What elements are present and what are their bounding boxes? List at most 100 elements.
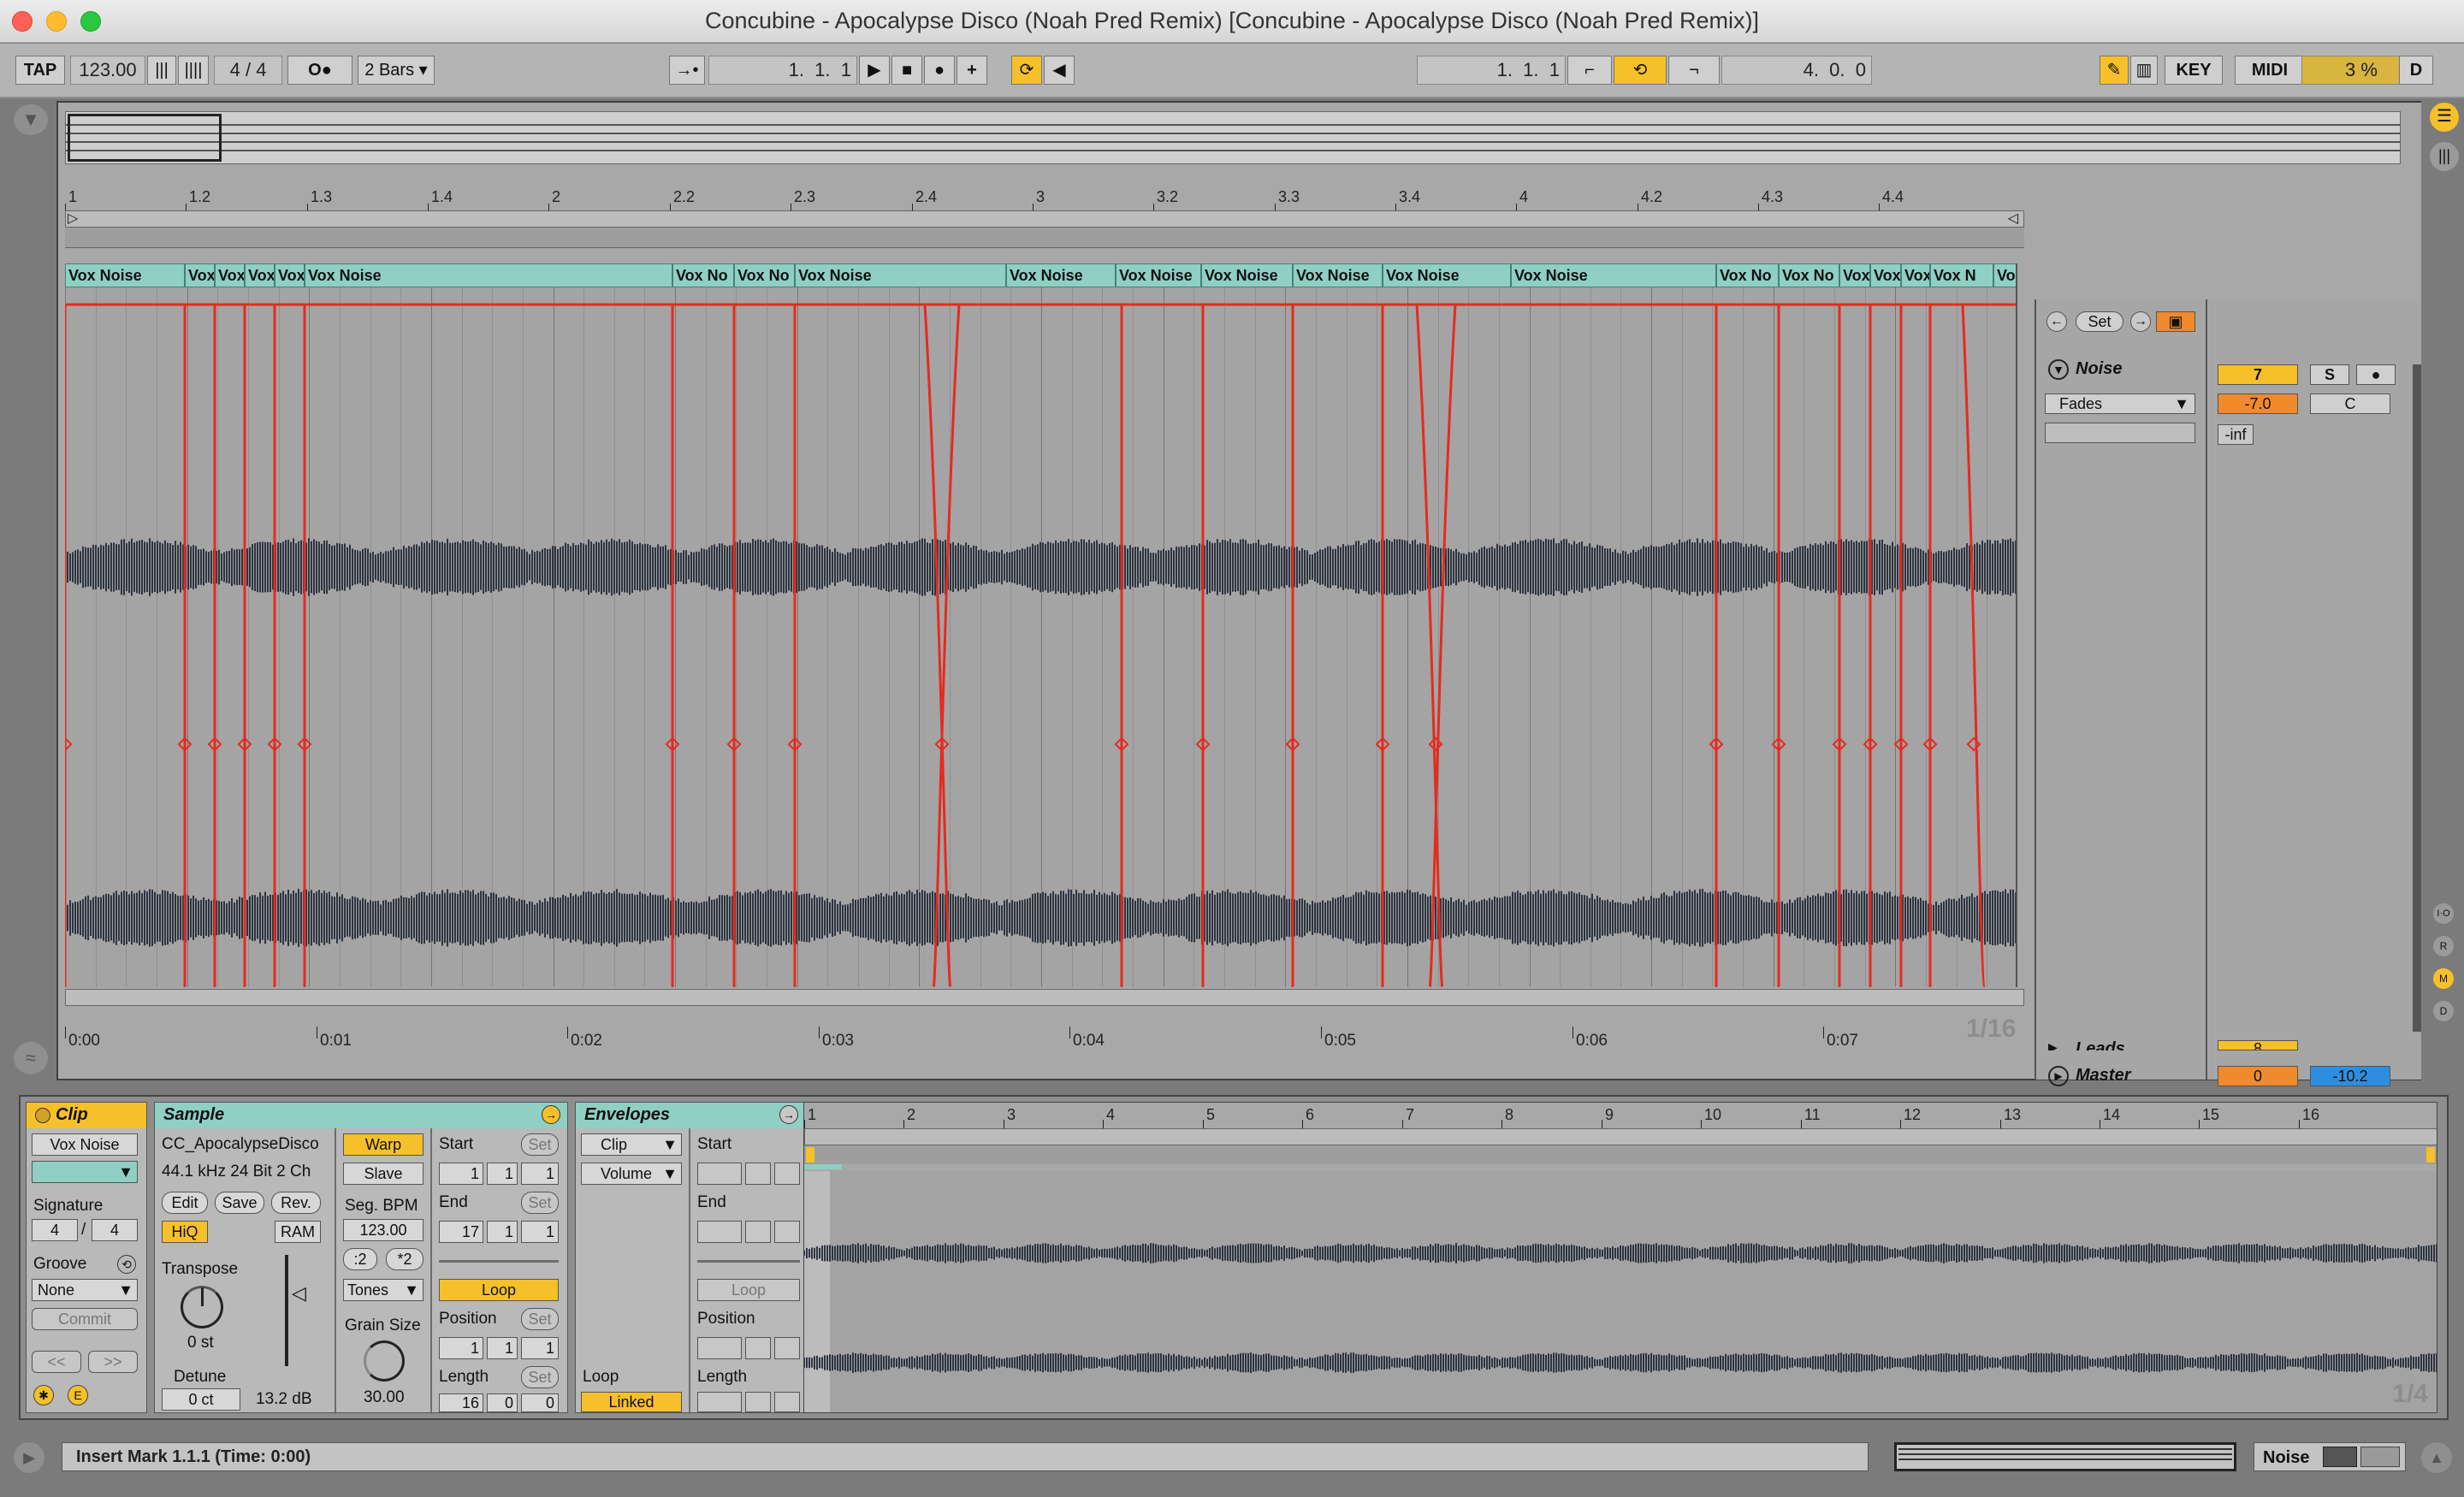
track-pan-field[interactable]: C <box>2310 393 2390 414</box>
ram-button[interactable]: RAM <box>275 1221 321 1243</box>
key-map-button[interactable]: KEY <box>2165 56 2223 85</box>
env-loop-button[interactable]: Loop <box>697 1279 800 1301</box>
io-toggle-icon[interactable]: I·O <box>2433 903 2454 924</box>
clip-header[interactable]: Vox Noise <box>795 263 1006 287</box>
volume-envelope[interactable] <box>65 263 2017 987</box>
loop-end-marker-icon[interactable]: ◁ <box>2008 210 2018 227</box>
arm-record-button[interactable]: ● <box>2356 364 2396 385</box>
env-length-sixteenth[interactable] <box>774 1392 800 1412</box>
env-position-beat[interactable] <box>745 1337 771 1359</box>
track-volume-field[interactable]: -7.0 <box>2218 393 2298 414</box>
warp-mode-chooser[interactable]: Tones ▼ <box>343 1279 424 1301</box>
clip-activator-icon[interactable] <box>35 1107 50 1123</box>
computer-keyboard-icon[interactable]: ▥ <box>2130 56 2158 85</box>
clip-header[interactable]: Vox Noise <box>305 263 672 287</box>
env-end-sixteenth[interactable] <box>774 1221 800 1243</box>
clip-header[interactable]: Vox No <box>734 263 795 287</box>
input-channel-chooser[interactable] <box>2045 423 2195 443</box>
clip-view-icon[interactable] <box>2360 1447 2400 1467</box>
set-start-button[interactable]: Set <box>521 1133 559 1156</box>
clip-header[interactable]: Vox <box>215 263 245 287</box>
master-fold-icon[interactable]: ▶ <box>2048 1066 2069 1086</box>
loop-length-field[interactable]: 4. 0. 0 <box>1721 56 1872 85</box>
grain-size-knob[interactable] <box>364 1340 405 1382</box>
track-name[interactable]: Noise <box>2076 359 2122 379</box>
seg-bpm-field[interactable]: 123.00 <box>343 1219 424 1241</box>
delay-toggle-icon[interactable]: D <box>2433 1001 2454 1021</box>
clip-header[interactable]: Vox No <box>1779 263 1839 287</box>
signature-field[interactable]: 4 / 4 <box>214 56 282 85</box>
tempo-field[interactable]: 123.00 <box>70 56 145 85</box>
length-beat[interactable]: 0 <box>487 1393 518 1412</box>
env-end-beat[interactable] <box>745 1221 771 1243</box>
set-length-button[interactable]: Set <box>521 1366 559 1388</box>
end-beat[interactable]: 1 <box>487 1221 518 1243</box>
clip-header[interactable]: Vox No <box>672 263 734 287</box>
detune-field[interactable]: 0 ct <box>162 1388 240 1411</box>
clip-header[interactable]: Vox Noise <box>65 263 185 287</box>
set-locator-button[interactable]: Set <box>2076 311 2123 332</box>
punch-out-icon[interactable]: ¬ <box>1668 56 1720 85</box>
nav-back-icon[interactable]: ← <box>2046 311 2067 332</box>
record-icon[interactable]: ● <box>924 56 955 85</box>
sample-box-expand-icon[interactable]: → <box>542 1105 560 1124</box>
clip-signature-denominator[interactable]: 4 <box>92 1219 138 1241</box>
loop-brace-lane[interactable]: ▷ ◁ <box>65 210 2024 228</box>
beat-time-ruler[interactable]: 1 1.2 1.3 1.4 2 2.2 2.3 2.4 3 3.2 3.3 3.4 4 4.2 4.3 4.4 <box>65 186 2024 212</box>
length-sixteenth[interactable]: 0 <box>521 1393 559 1412</box>
nudge-up-icon[interactable]: |||| <box>178 56 209 85</box>
locator-lane[interactable] <box>65 228 2024 248</box>
half-tempo-button[interactable]: :2 <box>343 1248 377 1270</box>
clip-header[interactable]: Vox <box>275 263 305 287</box>
lock-envelopes-icon[interactable]: ▣ <box>2156 311 2195 332</box>
next-track-fold-icon[interactable]: ▶ <box>2048 1040 2069 1050</box>
clip-header[interactable]: Vox Noise <box>1116 263 1201 287</box>
clip-header[interactable]: Vox Noise <box>1993 263 2016 287</box>
track-status-box[interactable]: Noise <box>2254 1442 2406 1471</box>
edit-sample-button[interactable]: Edit <box>162 1192 208 1214</box>
track-lane-noise[interactable]: Vox Noise Vox Vox Vox Vox Vox Noise Vox No Vox … <box>65 263 2017 987</box>
sends-view-icon[interactable]: ||| <box>2430 142 2459 171</box>
loop-button[interactable]: Loop <box>439 1279 559 1301</box>
start-bar[interactable]: 1 <box>439 1163 483 1185</box>
clip-header[interactable]: Vox Noise <box>1511 263 1716 287</box>
master-activator[interactable]: 0 <box>2218 1066 2298 1086</box>
env-length-beat[interactable] <box>745 1392 771 1412</box>
back-to-arrangement-icon[interactable]: ◀ <box>1044 56 1075 85</box>
clip-name-field[interactable]: Vox Noise <box>32 1133 138 1156</box>
track-fold-icon[interactable]: ▼ <box>2048 359 2069 380</box>
clip-header[interactable]: Vox <box>245 263 275 287</box>
position-bar[interactable]: 1 <box>439 1337 483 1359</box>
clip-header[interactable]: Vox <box>1901 263 1930 287</box>
groove-hot-swap-icon[interactable]: ⟲ <box>117 1255 136 1274</box>
env-length-bar[interactable] <box>697 1392 742 1412</box>
next-track-activator[interactable]: 8 <box>2218 1040 2298 1050</box>
slave-button[interactable]: Slave <box>343 1163 424 1185</box>
set-end-button[interactable]: Set <box>521 1192 559 1214</box>
clip-header[interactable]: Vox Noise <box>1383 263 1511 287</box>
groove-chooser[interactable]: None ▼ <box>32 1279 138 1301</box>
device-view-icon[interactable] <box>2323 1447 2357 1467</box>
length-bar[interactable]: 16 <box>439 1393 483 1412</box>
save-sample-button[interactable]: Save <box>215 1192 264 1214</box>
clip-header[interactable]: Vox <box>185 263 215 287</box>
envelope-device-chooser[interactable]: Clip ▼ <box>581 1133 682 1156</box>
quantize-menu[interactable]: 2 Bars ▾ <box>358 56 435 85</box>
clip-nudge-back-button[interactable]: << <box>32 1351 81 1373</box>
time-ruler[interactable]: 0:00 0:01 0:02 0:03 0:04 0:05 0:06 0:07 <box>65 1006 2024 1081</box>
hiq-button[interactable]: HiQ <box>162 1221 208 1243</box>
reverse-sample-button[interactable]: Rev. <box>271 1192 321 1214</box>
position-sixteenth[interactable]: 1 <box>521 1337 559 1359</box>
clip-header[interactable]: Vox Noise <box>1006 263 1116 287</box>
loop-start-marker-icon[interactable]: ▷ <box>68 210 78 227</box>
master-track-name[interactable]: Master <box>2076 1066 2130 1086</box>
commit-groove-button[interactable]: Commit <box>32 1308 138 1330</box>
arrangement-position[interactable]: 1. 1. 1 <box>708 56 857 85</box>
clip-header[interactable]: Vox No <box>1716 263 1779 287</box>
detail-view-toggle-icon[interactable]: ▲ <box>2421 1442 2452 1473</box>
browser-toggle-icon[interactable]: ≈ <box>14 1042 48 1074</box>
track-activator-button[interactable]: 7 <box>2218 364 2298 385</box>
gain-slider[interactable] <box>285 1255 288 1366</box>
env-position-bar[interactable] <box>697 1337 742 1359</box>
midi-map-button[interactable]: MIDI <box>2235 56 2305 85</box>
